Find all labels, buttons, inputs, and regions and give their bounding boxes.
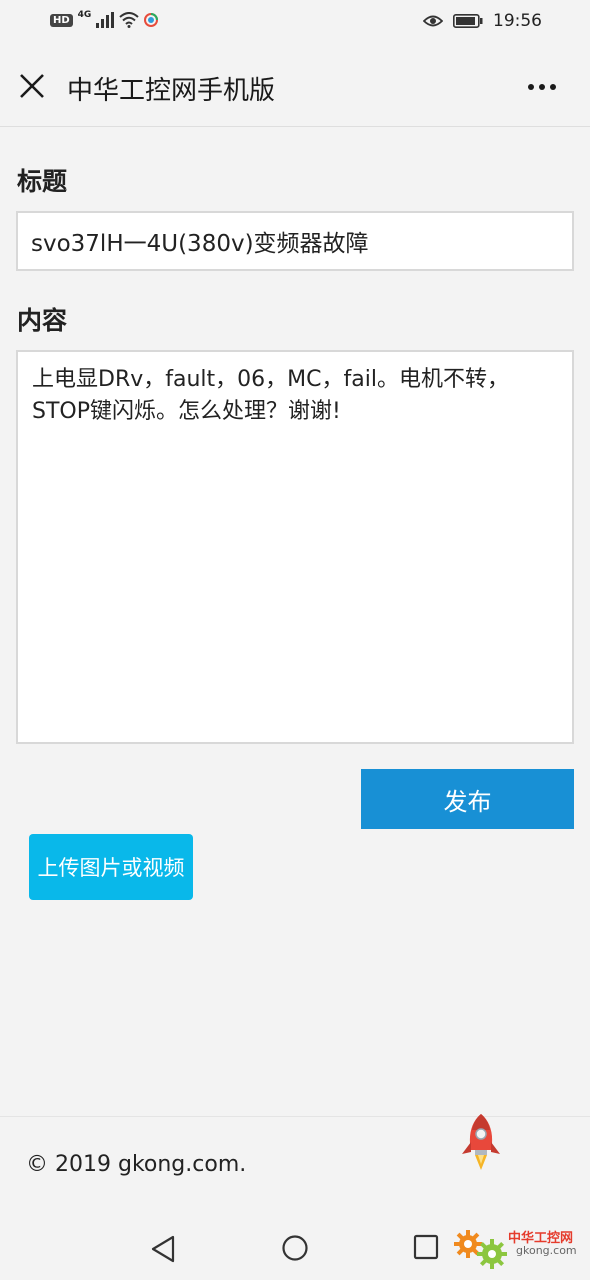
content-label: 内容 <box>17 306 68 335</box>
nav-back-icon[interactable] <box>149 1234 177 1264</box>
page-title: 中华工控网手机版 <box>67 76 276 106</box>
copyright-text: © 2019 gkong.com. <box>26 1152 247 1177</box>
status-left: HD 4G <box>50 10 159 28</box>
clock: 19:56 <box>493 11 542 31</box>
publish-button[interactable]: 发布 <box>361 769 574 829</box>
title-bar: 中华工控网手机版 <box>0 46 590 127</box>
close-icon[interactable] <box>16 70 48 102</box>
status-bar: HD 4G 19:56 <box>0 0 590 46</box>
battery-icon <box>453 14 483 28</box>
wifi-icon <box>119 12 139 28</box>
eye-icon <box>423 15 443 27</box>
gear-icon <box>454 1230 507 1269</box>
gkong-watermark: 中华工控网 gkong.com <box>450 1220 590 1276</box>
app-notification-icon <box>144 13 159 27</box>
status-right: 19:56 <box>423 11 542 31</box>
title-label: 标题 <box>17 167 68 196</box>
nav-home-icon[interactable] <box>281 1234 309 1262</box>
content-textarea[interactable]: 上电显DRv，fault，06，MC，fail。电机不转，STOP键闪烁。怎么处… <box>16 350 574 744</box>
rocket-icon[interactable] <box>458 1112 504 1172</box>
signal-icon <box>96 12 115 28</box>
hd-icon: HD <box>50 13 73 27</box>
more-icon[interactable] <box>526 82 562 92</box>
network-type: 4G <box>77 10 92 20</box>
title-input[interactable] <box>16 211 574 271</box>
watermark-domain: gkong.com <box>516 1244 577 1257</box>
upload-media-button[interactable]: 上传图片或视频 <box>29 834 193 900</box>
nav-recent-icon[interactable] <box>413 1234 439 1260</box>
